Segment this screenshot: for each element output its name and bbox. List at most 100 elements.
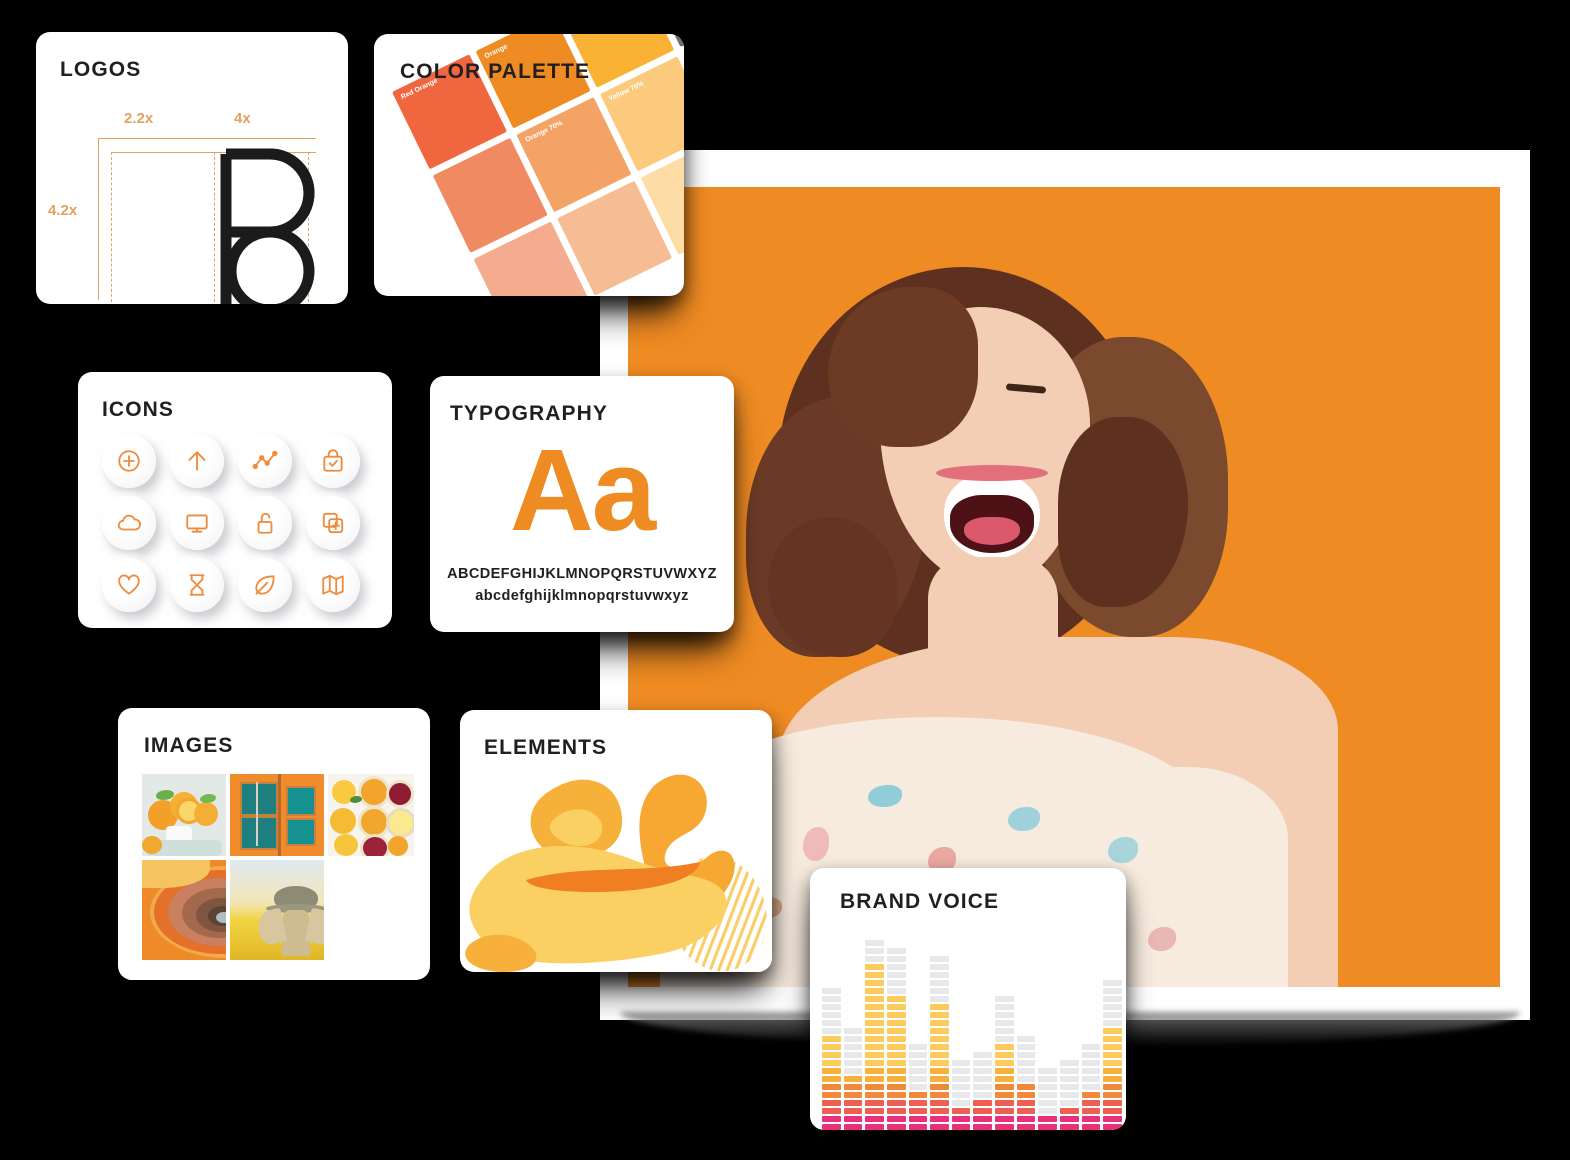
equalizer-segment xyxy=(865,1124,884,1130)
padlock-open-icon[interactable] xyxy=(238,496,292,550)
equalizer-segment xyxy=(1060,1100,1079,1106)
equalizer-segment xyxy=(1081,1068,1101,1074)
card-images[interactable]: IMAGES xyxy=(118,708,430,980)
equalizer-segment xyxy=(822,1060,841,1066)
equalizer-segment xyxy=(822,1004,841,1010)
equalizer-segment xyxy=(908,1044,928,1050)
equalizer-segment xyxy=(995,1076,1014,1082)
equalizer-segment xyxy=(1038,1068,1058,1074)
equalizer-segment xyxy=(865,1028,884,1034)
equalizer-segment xyxy=(1103,1084,1122,1090)
card-images-title: IMAGES xyxy=(144,734,234,757)
equalizer-segment xyxy=(973,1092,993,1098)
equalizer-segment xyxy=(908,1068,928,1074)
equalizer-segment xyxy=(1038,1100,1058,1106)
card-elements[interactable]: ELEMENTS xyxy=(460,710,772,972)
logo-dim-left: 4.2x xyxy=(48,202,78,219)
copy-add-icon[interactable] xyxy=(306,496,360,550)
equalizer-segment xyxy=(973,1076,993,1082)
equalizer-bar xyxy=(1016,930,1036,1130)
card-logos[interactable]: LOGOS 2.2x 4x 4.2x xyxy=(36,32,348,304)
card-icons[interactable]: ICONS xyxy=(78,372,392,628)
equalizer-segment xyxy=(1103,1116,1122,1122)
logo-guide-outer-left xyxy=(98,138,100,300)
equalizer-segment xyxy=(995,1084,1014,1090)
map-icon[interactable] xyxy=(306,558,360,612)
hourglass-icon[interactable] xyxy=(170,558,224,612)
cloud-icon[interactable] xyxy=(102,496,156,550)
equalizer-segment xyxy=(1038,1124,1058,1130)
equalizer-segment xyxy=(886,980,906,986)
equalizer-segment xyxy=(886,1004,906,1010)
plus-circle-icon[interactable] xyxy=(102,434,156,488)
orange-spiral-staircase-photo[interactable] xyxy=(142,860,226,960)
equalizer-segment xyxy=(1038,1092,1058,1098)
equalizer-segment xyxy=(865,1044,884,1050)
equalizer-segment xyxy=(1060,1060,1079,1066)
equalizer-segment xyxy=(1038,1076,1058,1082)
logo-dim-top-right: 4x xyxy=(234,110,251,127)
equalizer-segment xyxy=(843,1036,863,1042)
equalizer-segment xyxy=(930,996,949,1002)
monitor-icon[interactable] xyxy=(170,496,224,550)
logo-construction-diagram: 2.2x 4x 4.2x xyxy=(36,104,348,304)
photo-mosaic xyxy=(142,774,414,960)
equalizer-bar xyxy=(930,930,949,1130)
equalizer-segment xyxy=(1103,1020,1122,1026)
equalizer-segment xyxy=(973,1068,993,1074)
shopping-bag-check-icon[interactable] xyxy=(306,434,360,488)
equalizer-segment xyxy=(930,1084,949,1090)
equalizer-segment xyxy=(886,1108,906,1114)
equalizer-segment xyxy=(886,1124,906,1130)
equalizer-segment xyxy=(886,1020,906,1026)
equalizer-segment xyxy=(1081,1116,1101,1122)
equalizer-segment xyxy=(822,1020,841,1026)
equalizer-bar xyxy=(886,930,906,1130)
equalizer-segment xyxy=(1103,1012,1122,1018)
equalizer-segment xyxy=(930,964,949,970)
teal-shutters-orange-wall-photo[interactable] xyxy=(230,774,324,856)
woman-in-wheat-field-photo[interactable] xyxy=(230,860,324,960)
arrow-up-icon[interactable] xyxy=(170,434,224,488)
equalizer-segment xyxy=(886,996,906,1002)
oranges-on-cake-stand-photo[interactable] xyxy=(142,774,226,856)
card-color-palette[interactable]: COLOR PALETTE Red Orange Orange Yellow G… xyxy=(374,34,684,296)
equalizer-segment xyxy=(865,1100,884,1106)
equalizer-segment xyxy=(822,1068,841,1074)
citrus-slices-flatlay-photo[interactable] xyxy=(328,774,414,856)
alphabet-uppercase: ABCDEFGHIJKLMNOPQRSTUVWXYZ xyxy=(447,566,717,582)
equalizer-segment xyxy=(822,1044,841,1050)
equalizer-segment xyxy=(865,956,884,962)
equalizer-segment xyxy=(1081,1092,1101,1098)
equalizer-segment xyxy=(865,1036,884,1042)
equalizer-segment xyxy=(1016,1092,1036,1098)
equalizer-bar xyxy=(865,930,884,1130)
equalizer-segment xyxy=(886,1100,906,1106)
equalizer-segment xyxy=(822,1116,841,1122)
equalizer-segment xyxy=(822,988,841,994)
equalizer-segment xyxy=(1081,1100,1101,1106)
heart-icon[interactable] xyxy=(102,558,156,612)
equalizer-segment xyxy=(865,1012,884,1018)
icon-grid xyxy=(102,434,374,620)
equalizer-segment xyxy=(1038,1108,1058,1114)
equalizer-segment xyxy=(886,988,906,994)
equalizer-segment xyxy=(973,1060,993,1066)
logo-mark-b xyxy=(220,148,315,304)
equalizer-segment xyxy=(930,1100,949,1106)
equalizer-segment xyxy=(995,1036,1014,1042)
line-chart-icon[interactable] xyxy=(238,434,292,488)
equalizer-segment xyxy=(908,1084,928,1090)
card-typography[interactable]: TYPOGRAPHY Aa ABCDEFGHIJKLMNOPQRSTUVWXYZ… xyxy=(430,376,734,632)
equalizer-segment xyxy=(930,1004,949,1010)
leaf-icon[interactable] xyxy=(238,558,292,612)
equalizer-segment xyxy=(930,1092,949,1098)
equalizer-segment xyxy=(822,1028,841,1034)
equalizer-segment xyxy=(951,1084,971,1090)
equalizer-segment xyxy=(951,1076,971,1082)
card-brand-voice[interactable]: BRAND VOICE xyxy=(810,868,1126,1130)
equalizer-segment xyxy=(930,1036,949,1042)
equalizer-segment xyxy=(822,1092,841,1098)
equalizer-segment xyxy=(1016,1036,1036,1042)
equalizer-segment xyxy=(1103,1060,1122,1066)
